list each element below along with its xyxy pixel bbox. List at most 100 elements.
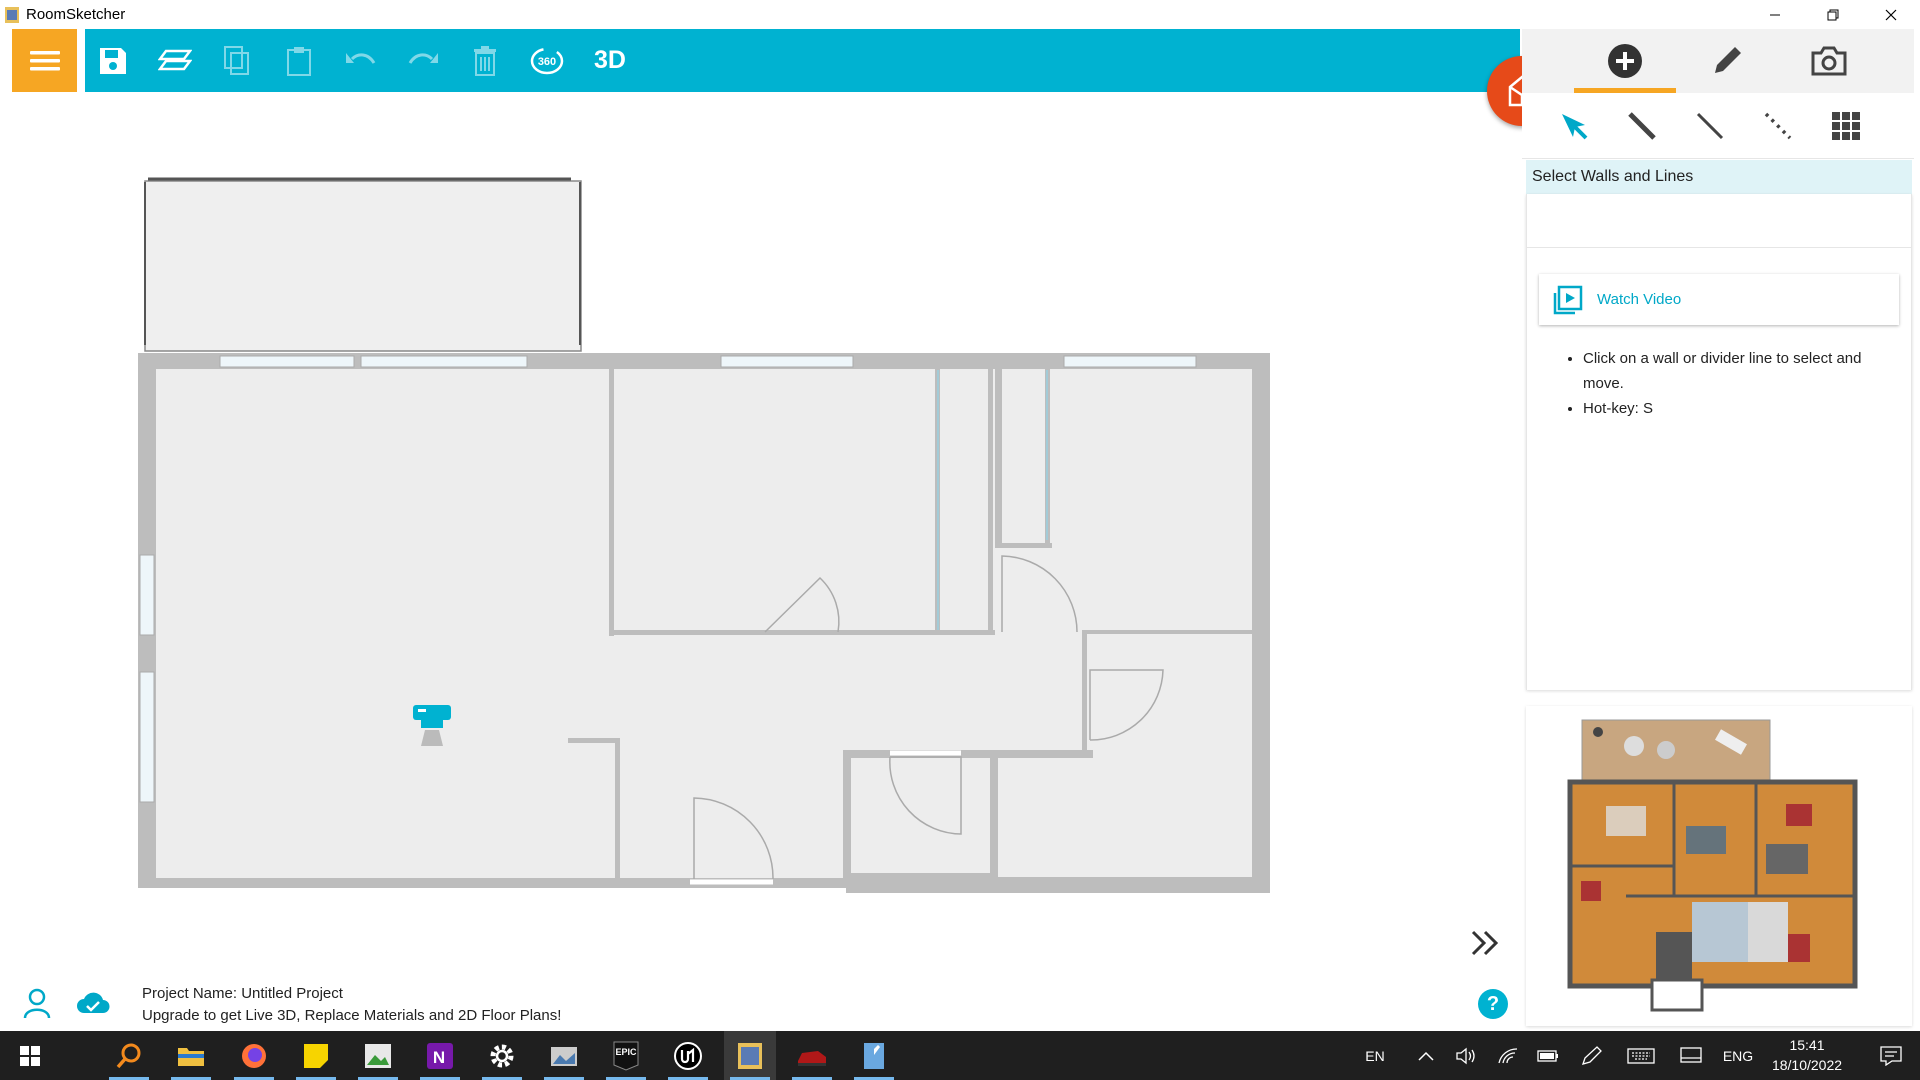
- minimize-button[interactable]: [1746, 0, 1804, 29]
- clock[interactable]: 15:41 18/10/2022: [1762, 1035, 1852, 1075]
- status-bar: Project Name: Untitled Project Upgrade t…: [12, 975, 1520, 1031]
- search-icon: [116, 1043, 141, 1068]
- cloud-check-icon[interactable]: [76, 991, 110, 1015]
- monitor-icon: [1680, 1046, 1702, 1063]
- notification-icon: [1880, 1045, 1902, 1066]
- tool-wall[interactable]: [1608, 93, 1676, 159]
- cursor-icon: [1562, 114, 1588, 140]
- taskbar-photos[interactable]: [538, 1031, 590, 1080]
- photos-icon: [551, 1046, 577, 1066]
- watch-video-label: Watch Video: [1597, 291, 1682, 308]
- hamburger-icon: [29, 50, 60, 70]
- grid-icon: [1832, 112, 1860, 140]
- roomsketcher-app-icon: [5, 6, 19, 23]
- save-button[interactable]: [85, 29, 141, 92]
- tab-camera[interactable]: [1778, 29, 1880, 93]
- tool-select[interactable]: [1540, 93, 1608, 159]
- firefox-icon: [242, 1043, 266, 1068]
- main-toolbar: 360 3D: [12, 29, 1520, 92]
- minimize-icon: [1770, 14, 1780, 15]
- input-language-short[interactable]: EN: [1360, 1031, 1390, 1080]
- tool-hint: Select Walls and Lines: [1526, 160, 1912, 194]
- tab-add[interactable]: [1574, 29, 1676, 93]
- view-3d-button[interactable]: 3D: [582, 29, 638, 92]
- restore-button[interactable]: [1804, 0, 1862, 29]
- pen-button[interactable]: [1577, 1031, 1607, 1080]
- display-button[interactable]: [1676, 1031, 1706, 1080]
- layers-icon: [158, 49, 192, 70]
- pen-icon: [1581, 1045, 1602, 1065]
- chevron-up-icon: [1418, 1051, 1434, 1061]
- network-button[interactable]: [1494, 1031, 1522, 1080]
- redo-button[interactable]: [395, 29, 451, 92]
- balcony[interactable]: [144, 177, 582, 352]
- taskbar-settings[interactable]: [476, 1031, 528, 1080]
- taskbar-firefox[interactable]: [228, 1031, 280, 1080]
- watch-video-button[interactable]: Watch Video: [1539, 274, 1899, 325]
- expand-panel-button[interactable]: [1466, 924, 1504, 962]
- epic-games-icon: EPIC: [613, 1041, 639, 1071]
- wall-line-icon: [1628, 112, 1656, 140]
- tool-help-list: Click on a wall or divider line to selec…: [1563, 346, 1899, 421]
- copy-icon: [224, 45, 249, 75]
- car-icon: [798, 1050, 826, 1066]
- tab-edit[interactable]: [1676, 29, 1778, 93]
- taskbar-car-game[interactable]: [786, 1031, 838, 1080]
- restore-icon: [1827, 9, 1839, 20]
- keyboard-icon: [1627, 1047, 1655, 1064]
- floor-plan[interactable]: [12, 92, 1520, 975]
- help-button[interactable]: ?: [1478, 989, 1508, 1019]
- start-button[interactable]: [4, 1031, 56, 1080]
- show-hidden-icons-button[interactable]: [1413, 1031, 1439, 1080]
- view-360-label: 360: [538, 56, 556, 68]
- user-icon[interactable]: [22, 987, 52, 1019]
- title-bar: RoomSketcher: [0, 0, 1920, 29]
- floor-plan-preview[interactable]: [1526, 706, 1912, 1026]
- close-icon: [1885, 9, 1897, 20]
- wifi-icon: [1498, 1047, 1518, 1063]
- delete-button[interactable]: [457, 29, 513, 92]
- taskbar-roomsketcher[interactable]: [724, 1031, 776, 1080]
- onenote-icon: N: [427, 1042, 453, 1069]
- taskbar-notepad[interactable]: [848, 1031, 900, 1080]
- svg-text:N: N: [433, 1048, 445, 1067]
- tool-line[interactable]: [1676, 93, 1744, 159]
- taskbar-onenote[interactable]: N: [414, 1031, 466, 1080]
- input-language-long[interactable]: ENG: [1720, 1031, 1756, 1080]
- image-icon: [365, 1043, 391, 1068]
- toolbar-strip: 360 3D: [85, 29, 1520, 92]
- taskbar-unreal-engine[interactable]: [662, 1031, 714, 1080]
- unreal-icon: [674, 1041, 702, 1070]
- tool-options-area: [1527, 194, 1911, 248]
- paste-button[interactable]: [271, 29, 327, 92]
- notepad-icon: [864, 1042, 884, 1069]
- view-360-button[interactable]: 360: [519, 29, 575, 92]
- taskbar-file-explorer[interactable]: [165, 1031, 217, 1080]
- tool-help-panel: Watch Video Click on a wall or divider l…: [1526, 194, 1912, 690]
- close-button[interactable]: [1862, 0, 1920, 29]
- copy-button[interactable]: [209, 29, 265, 92]
- clock-date: 18/10/2022: [1771, 1057, 1843, 1073]
- redo-icon: [408, 52, 438, 64]
- tool-dashed-line[interactable]: [1744, 93, 1812, 159]
- taskbar-search[interactable]: [103, 1031, 155, 1080]
- volume-button[interactable]: [1452, 1031, 1480, 1080]
- dashed-line-icon: [1764, 112, 1792, 140]
- undo-button[interactable]: [333, 29, 389, 92]
- upgrade-message[interactable]: Upgrade to get Live 3D, Replace Material…: [142, 1005, 561, 1027]
- floor-plan-canvas[interactable]: [12, 92, 1520, 975]
- taskbar-sticky-notes[interactable]: [290, 1031, 342, 1080]
- taskbar-image-app[interactable]: [352, 1031, 404, 1080]
- window-title: RoomSketcher: [26, 6, 126, 23]
- pencil-icon: [1715, 47, 1741, 73]
- help-bullet: Hot-key: S: [1583, 396, 1899, 421]
- taskbar-epic-games[interactable]: EPIC: [600, 1031, 652, 1080]
- battery-button[interactable]: [1534, 1031, 1562, 1080]
- tool-grid[interactable]: [1812, 93, 1880, 159]
- notifications-button[interactable]: [1866, 1031, 1916, 1080]
- touch-keyboard-button[interactable]: [1624, 1031, 1658, 1080]
- floors-button[interactable]: [147, 29, 203, 92]
- save-icon: [100, 47, 126, 74]
- menu-button[interactable]: [12, 29, 77, 92]
- interior-floor: [138, 353, 1270, 885]
